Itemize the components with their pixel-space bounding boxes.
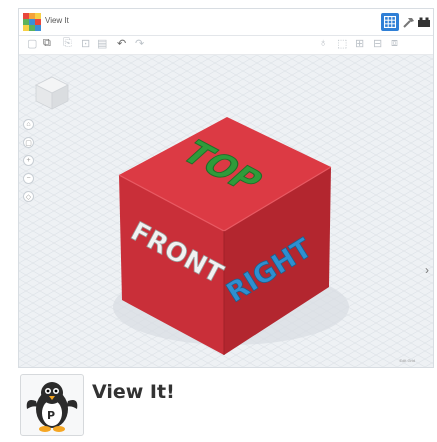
align-icon[interactable]: ⊟ — [373, 37, 382, 50]
app-card: P View It! — [18, 370, 434, 440]
app-screenshot: View It ▢ ⧉ ⎘ ⊡ ▤ ↶ ↷ ♁ ⬚ ⊞ ⊟ ⧈ ⌂ ▢ + − … — [18, 8, 434, 368]
light-icon[interactable]: ♁ — [319, 37, 327, 49]
window-title: View It — [45, 16, 69, 25]
mirror-icon[interactable]: ⧈ — [391, 37, 398, 50]
ungroup-icon[interactable]: ⊞ — [355, 37, 364, 50]
penguin-icon: P — [26, 382, 78, 432]
delete-icon[interactable]: ▤ — [97, 37, 107, 50]
svg-text:P: P — [47, 409, 55, 422]
top-bar: View It — [19, 9, 433, 36]
blocks-icon — [418, 17, 430, 27]
cube-model[interactable]: TOP FRONT RIGHT — [19, 55, 434, 368]
edit-grid-label[interactable]: Edit Grid — [399, 358, 415, 363]
redo-icon[interactable]: ↷ — [135, 37, 144, 50]
app-logo — [23, 13, 41, 31]
hammer-icon — [402, 17, 414, 28]
avatar: P — [20, 374, 84, 436]
undo-icon[interactable]: ↶ — [117, 37, 126, 50]
workplane[interactable]: ⌂ ▢ + − ◇ TOP FRONT RIGHT › Edit Grid — [19, 55, 433, 367]
group-icon[interactable]: ⬚ — [337, 37, 347, 50]
grid-view-button[interactable] — [381, 13, 399, 31]
edit-toolbar: ▢ ⧉ ⎘ ⊡ ▤ ↶ ↷ ♁ ⬚ ⊞ ⊟ ⧈ — [19, 36, 433, 55]
chevron-right-icon[interactable]: › — [425, 263, 429, 277]
duplicate-icon[interactable]: ⊡ — [81, 37, 90, 50]
blocks-view-button[interactable] — [415, 13, 433, 31]
paste-icon[interactable]: ⎘ — [63, 37, 72, 50]
grid-icon — [384, 16, 396, 28]
copy-icon[interactable]: ⧉ — [43, 37, 51, 50]
app-name: View It! — [92, 381, 175, 403]
new-icon[interactable]: ▢ — [27, 37, 37, 50]
